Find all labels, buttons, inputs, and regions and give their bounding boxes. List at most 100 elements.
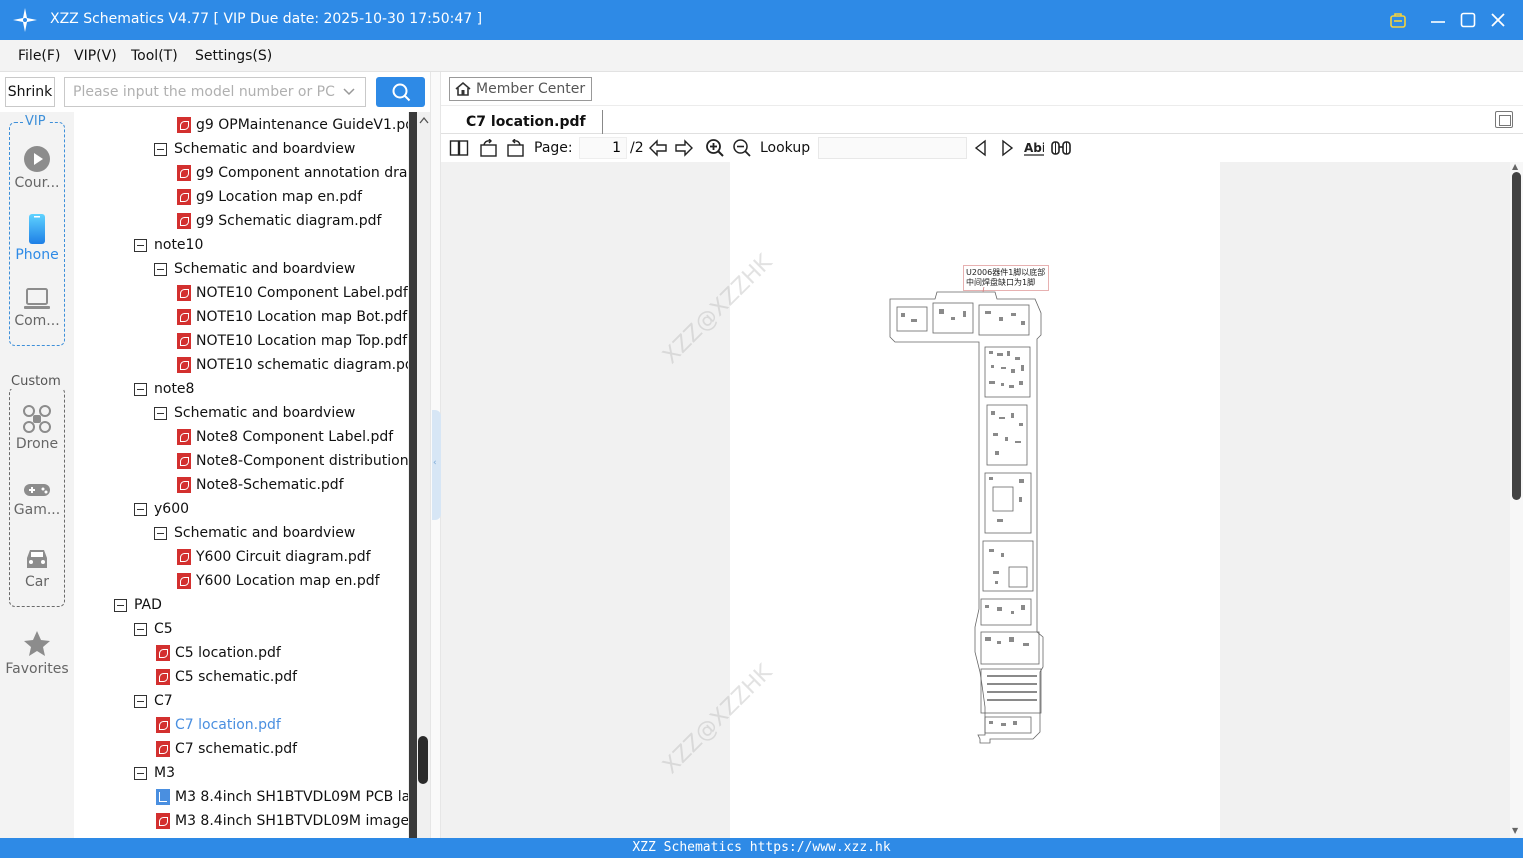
custom-group-label: Custom: [9, 374, 63, 389]
rotate-left-icon[interactable]: [479, 137, 499, 159]
pdf-viewer[interactable]: XZZ@XZZHK XZZ@XZZHK U2006器件1脚以底部 中间焊盘缺口为…: [441, 162, 1510, 838]
tree-file[interactable]: C7 location.pdf: [156, 713, 281, 737]
tree-file[interactable]: g9 Location map en.pdf: [177, 185, 362, 209]
chevron-down-icon[interactable]: [343, 86, 355, 98]
tree-file[interactable]: NOTE10 Component Label.pdf: [177, 281, 408, 305]
panel-splitter[interactable]: ‹: [430, 72, 441, 838]
model-search-input[interactable]: [66, 79, 336, 105]
watermark: XZZ@XZZHK: [658, 659, 778, 780]
minimize-button[interactable]: [1426, 8, 1450, 32]
tree-file[interactable]: g9 Schematic diagram.pdf: [177, 209, 381, 233]
rotate-right-icon[interactable]: [505, 137, 525, 159]
collapse-toggle-icon[interactable]: [154, 262, 167, 276]
tree-item-label: C7 location.pdf: [175, 717, 281, 733]
member-center-button[interactable]: Member Center: [449, 77, 593, 101]
pdf-file-icon: [177, 477, 191, 493]
tree-folder[interactable]: Schematic and boardview: [154, 401, 355, 425]
shrink-button[interactable]: Shrink: [5, 77, 55, 107]
tree-folder[interactable]: note10: [134, 233, 203, 257]
tree-folder[interactable]: PAD: [114, 593, 162, 617]
collapse-toggle-icon[interactable]: [134, 238, 147, 252]
tab-c7-location[interactable]: C7 location.pdf: [457, 110, 603, 134]
tree-folder[interactable]: C7: [134, 689, 173, 713]
viewer-scroll-thumb[interactable]: [1512, 172, 1521, 500]
maximize-button[interactable]: [1456, 8, 1480, 32]
binoculars-icon[interactable]: [1050, 137, 1072, 159]
tree-item-label: Schematic and boardview: [174, 405, 356, 421]
collapse-toggle-icon[interactable]: [134, 502, 147, 516]
tree-file[interactable]: g9 Component annotation drawing.pdf: [177, 161, 408, 185]
tree-file[interactable]: Note8-Component distribution: [177, 449, 408, 473]
tree-file[interactable]: Note8 Component Label.pdf: [177, 425, 393, 449]
match-case-icon[interactable]: Abi: [1024, 137, 1044, 159]
menu-vip[interactable]: VIP(V): [74, 48, 117, 64]
tree-file[interactable]: C7 schematic.pdf: [156, 737, 297, 761]
collapse-toggle-icon[interactable]: [154, 142, 167, 156]
tree-item-label: C5 location.pdf: [175, 645, 281, 661]
tree-file[interactable]: g9 OPMaintenance GuideV1.pdf: [177, 113, 408, 137]
collapse-toggle-icon[interactable]: [154, 526, 167, 540]
category-car[interactable]: Car: [0, 546, 74, 590]
menu-file[interactable]: File(F): [18, 48, 60, 64]
vip-bag-icon[interactable]: [1386, 8, 1410, 32]
tree-folder[interactable]: C5: [134, 617, 173, 641]
page-number-input[interactable]: [579, 137, 627, 159]
viewer-toolbar: Page: /2 Lookup Abi: [441, 134, 1523, 162]
category-drone[interactable]: Drone: [0, 404, 74, 452]
search-button[interactable]: [376, 77, 425, 107]
previous-page-arrow-icon[interactable]: [648, 137, 668, 159]
tree-scroll-thumb[interactable]: [418, 736, 428, 784]
find-previous-icon[interactable]: [973, 137, 989, 159]
tree-file[interactable]: Y600 Circuit diagram.pdf: [177, 545, 371, 569]
category-favorites[interactable]: Favorites: [0, 629, 74, 677]
scroll-down-icon[interactable]: ▼: [1512, 826, 1518, 835]
collapse-toggle-icon[interactable]: [134, 622, 147, 636]
collapse-toggle-icon[interactable]: [134, 694, 147, 708]
tree-file[interactable]: C5 location.pdf: [156, 641, 281, 665]
find-next-icon[interactable]: [999, 137, 1015, 159]
category-phone[interactable]: Phone: [0, 213, 74, 263]
menu-tool[interactable]: Tool(T): [131, 48, 178, 64]
tree-file[interactable]: Note8-Schematic.pdf: [177, 473, 344, 497]
collapse-toggle-icon[interactable]: [134, 766, 147, 780]
tree-scrollbar[interactable]: [408, 112, 430, 838]
tree-folder[interactable]: note8: [134, 377, 194, 401]
scroll-up-arrow-icon[interactable]: [419, 116, 429, 124]
tree-file[interactable]: NOTE10 Location map Top.pdf: [177, 329, 407, 353]
zoom-in-icon[interactable]: [705, 137, 725, 159]
category-courses[interactable]: Cour...: [0, 145, 74, 191]
tree-folder[interactable]: Schematic and boardview: [154, 137, 355, 161]
tree-item-label: Schematic and boardview: [174, 525, 356, 541]
model-search-combobox[interactable]: [64, 77, 366, 107]
tree-file[interactable]: NOTE10 Location map Bot.pdf: [177, 305, 407, 329]
tree-folder[interactable]: Schematic and boardview: [154, 521, 355, 545]
tree-file[interactable]: NOTE10 schematic diagram.pdf: [177, 353, 408, 377]
viewer-scrollbar[interactable]: ▲ ▼: [1510, 162, 1523, 838]
close-button[interactable]: [1486, 8, 1510, 32]
zoom-out-icon[interactable]: [732, 137, 752, 159]
tree-item-label: PAD: [134, 597, 162, 613]
category-computer[interactable]: Com...: [0, 287, 74, 329]
pdf-file-icon: [177, 213, 191, 229]
tree-file[interactable]: M3 8.4inch SH1BTVDL09M PCB layout: [156, 785, 408, 809]
pdf-page[interactable]: XZZ@XZZHK XZZ@XZZHK U2006器件1脚以底部 中间焊盘缺口为…: [658, 162, 1220, 838]
collapse-toggle-icon[interactable]: [154, 406, 167, 420]
lookup-input[interactable]: [818, 137, 967, 159]
pdf-file-icon: [177, 357, 191, 373]
tree-folder[interactable]: y600: [134, 497, 189, 521]
category-game[interactable]: Gam...: [0, 480, 74, 518]
tree-file[interactable]: M3 8.4inch SH1BTVDL09M image.pdf: [156, 809, 408, 833]
pdf-file-icon: [156, 645, 170, 661]
play-icon: [24, 146, 50, 172]
tree-folder[interactable]: M3: [134, 761, 175, 785]
next-page-arrow-icon[interactable]: [674, 137, 694, 159]
two-page-view-icon[interactable]: [449, 137, 469, 159]
collapse-toggle-icon[interactable]: [114, 598, 127, 612]
tree-file[interactable]: C5 schematic.pdf: [156, 665, 297, 689]
scroll-up-icon[interactable]: ▲: [1512, 162, 1518, 171]
tree-file[interactable]: Y600 Location map en.pdf: [177, 569, 380, 593]
tree-folder[interactable]: Schematic and boardview: [154, 257, 355, 281]
menu-settings[interactable]: Settings(S): [195, 48, 272, 64]
close-tabs-icon[interactable]: [1495, 111, 1513, 128]
collapse-toggle-icon[interactable]: [134, 382, 147, 396]
